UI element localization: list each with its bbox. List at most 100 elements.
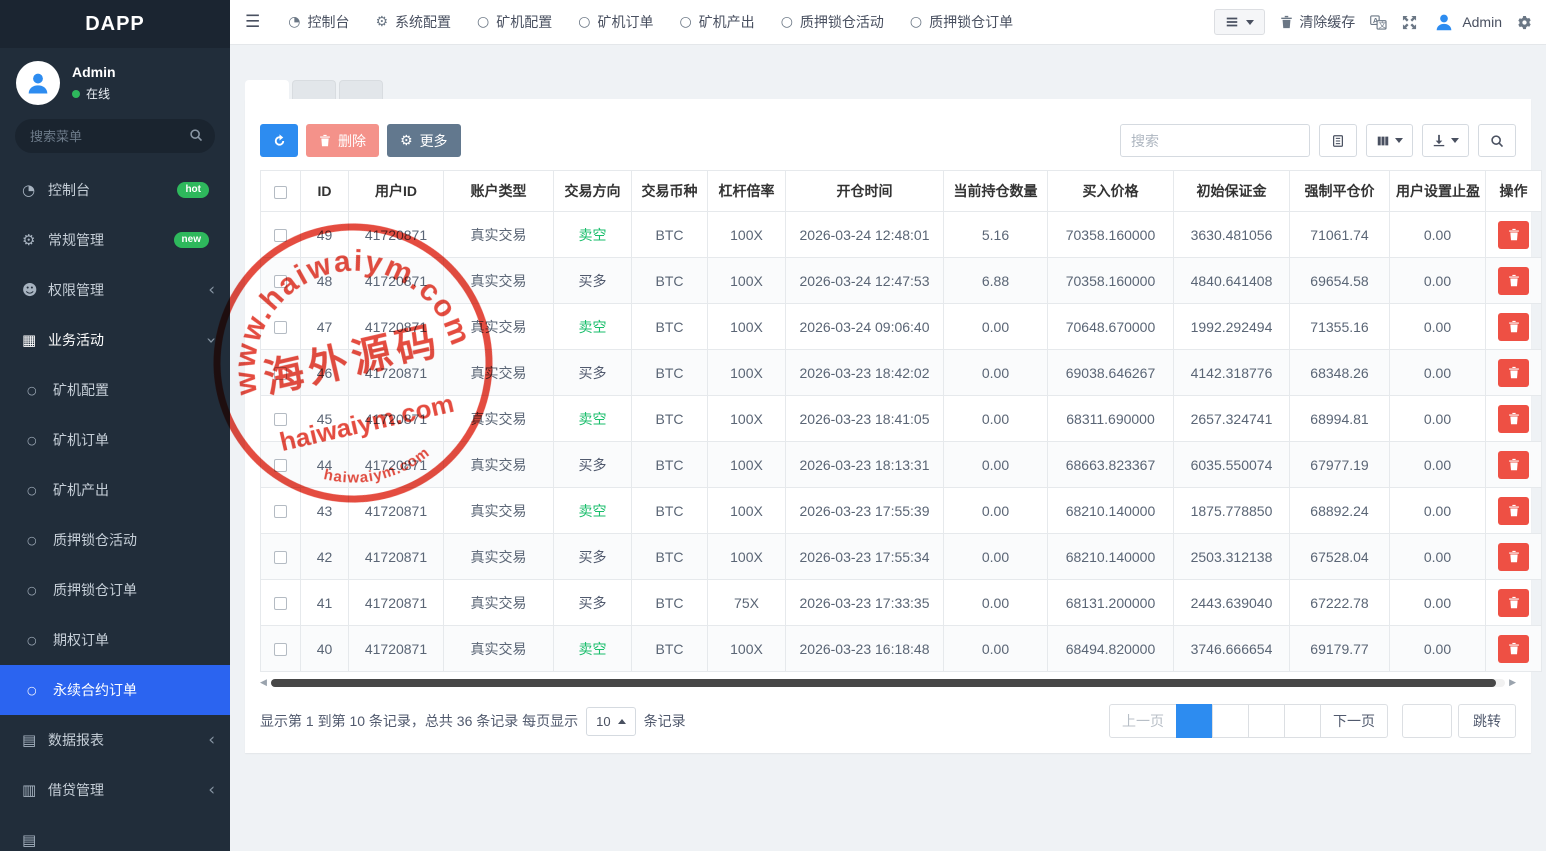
sidebar-item[interactable]: 期权订单 [0,615,230,665]
sidebar-item[interactable]: 权限管理 [0,265,230,315]
detail-view-button[interactable] [1319,124,1357,157]
row-delete-button[interactable] [1498,497,1529,525]
scrollbar-thumb[interactable] [271,679,1497,687]
sidebar-item[interactable]: 数据报表 [0,715,230,765]
trash-icon [1508,320,1520,333]
sidebar-item[interactable]: 质押锁仓订单 [0,565,230,615]
main-content: 删除 ⚙ 更多 [230,0,1546,753]
columns-icon [1376,134,1390,148]
cell-liquidation-price: 68994.81 [1290,396,1390,442]
row-checkbox[interactable] [274,643,287,656]
admin-username: Admin [1462,14,1502,30]
cell-id: 40 [301,626,349,672]
scrollbar-track[interactable] [271,679,1505,687]
circle-icon [578,14,590,30]
refresh-button[interactable] [260,124,298,157]
top-menu-item[interactable]: 质押锁仓订单 [897,0,1026,45]
cell-account-type: 真实交易 [444,258,554,304]
trash-icon [1508,228,1520,241]
row-delete-button[interactable] [1498,543,1529,571]
columns-dropdown-button[interactable] [1366,124,1413,157]
page-number-button[interactable] [1212,704,1249,738]
row-delete-button[interactable] [1498,221,1529,249]
jump-button[interactable]: 跳转 [1458,704,1516,738]
settings-button[interactable] [1517,15,1532,30]
scroll-right-icon[interactable]: ▶ [1509,678,1516,688]
sidebar-item[interactable]: 矿机配置 [0,365,230,415]
sidebar-item[interactable]: 永续合约订单 [0,665,230,715]
fullscreen-button[interactable] [1402,15,1417,30]
jump-page-input[interactable] [1402,704,1452,738]
cell-take-profit: 0.00 [1390,304,1486,350]
row-delete-button[interactable] [1498,635,1529,663]
row-checkbox[interactable] [274,367,287,380]
more-button[interactable]: ⚙ 更多 [387,124,461,157]
menu-toggle-icon[interactable]: ☰ [230,12,275,32]
row-checkbox[interactable] [274,551,287,564]
cell-id: 44 [301,442,349,488]
top-menu-item[interactable]: 矿机产出 [666,0,767,45]
row-delete-button[interactable] [1498,267,1529,295]
view-dropdown-button[interactable] [1214,9,1265,35]
top-menu-item-label: 质押锁仓订单 [929,12,1013,32]
row-checkbox[interactable] [274,413,287,426]
column-header: 初始保证金 [1174,171,1290,212]
next-page-button[interactable]: 下一页 [1320,704,1388,738]
row-checkbox[interactable] [274,229,287,242]
row-delete-button[interactable] [1498,359,1529,387]
row-checkbox[interactable] [274,505,287,518]
column-header: 买入价格 [1048,171,1174,212]
row-delete-button[interactable] [1498,589,1529,617]
sidebar-item[interactable]: 控制台 hot [0,165,230,215]
delete-button[interactable]: 删除 [306,124,379,157]
page-number-button[interactable] [1248,704,1285,738]
row-checkbox[interactable] [274,321,287,334]
page-number-button[interactable] [1284,704,1321,738]
cell-position-qty: 0.00 [944,304,1048,350]
column-header: ID [301,171,349,212]
sidebar-item[interactable]: 借贷管理 [0,765,230,815]
scroll-left-icon[interactable]: ◀ [260,678,267,688]
admin-menu[interactable]: Admin [1432,10,1502,34]
sidebar-item-label: 数据报表 [48,730,202,750]
top-menu-item[interactable]: 控制台 [275,0,362,45]
cell-position-qty: 0.00 [944,580,1048,626]
row-checkbox[interactable] [274,275,287,288]
sidebar-item[interactable] [0,815,230,851]
prev-page-button[interactable]: 上一页 [1109,704,1177,738]
export-dropdown-button[interactable] [1422,124,1469,157]
cell-take-profit: 0.00 [1390,580,1486,626]
cell-account-type: 真实交易 [444,350,554,396]
cell-direction: 卖空 [554,396,632,442]
row-checkbox[interactable] [274,459,287,472]
tab[interactable] [245,80,289,99]
avatar[interactable] [16,61,60,105]
sidebar-search-input[interactable] [15,119,215,153]
top-menu-item[interactable]: 矿机配置 [464,0,565,45]
row-checkbox[interactable] [274,597,287,610]
sidebar-item[interactable]: 矿机产出 [0,465,230,515]
page-number-button[interactable] [1176,704,1213,738]
top-menu-item[interactable]: 系统配置 [362,0,464,45]
sidebar-item[interactable]: 矿机订单 [0,415,230,465]
translate-button[interactable]: A文 [1370,15,1387,30]
sidebar-item[interactable]: 常规管理 new [0,215,230,265]
avatar [1432,10,1456,34]
select-all-checkbox[interactable] [274,186,287,199]
sidebar-item[interactable]: 质押锁仓活动 [0,515,230,565]
top-menu-item[interactable]: 质押锁仓活动 [768,0,897,45]
tab[interactable] [339,80,383,99]
tab[interactable] [292,80,336,99]
sidebar-item[interactable]: 业务活动 [0,315,230,365]
top-menu-item[interactable]: 矿机订单 [565,0,666,45]
row-delete-button[interactable] [1498,313,1529,341]
row-delete-button[interactable] [1498,405,1529,433]
cell-position-qty: 0.00 [944,396,1048,442]
table-search-input[interactable] [1120,124,1310,157]
page-size-dropdown[interactable]: 10 [586,707,635,736]
row-delete-button[interactable] [1498,451,1529,479]
clear-cache-button[interactable]: 清除缓存 [1280,12,1355,32]
cell-user-id: 41720871 [349,534,444,580]
circle-icon [27,384,53,397]
advanced-search-button[interactable] [1478,124,1516,157]
